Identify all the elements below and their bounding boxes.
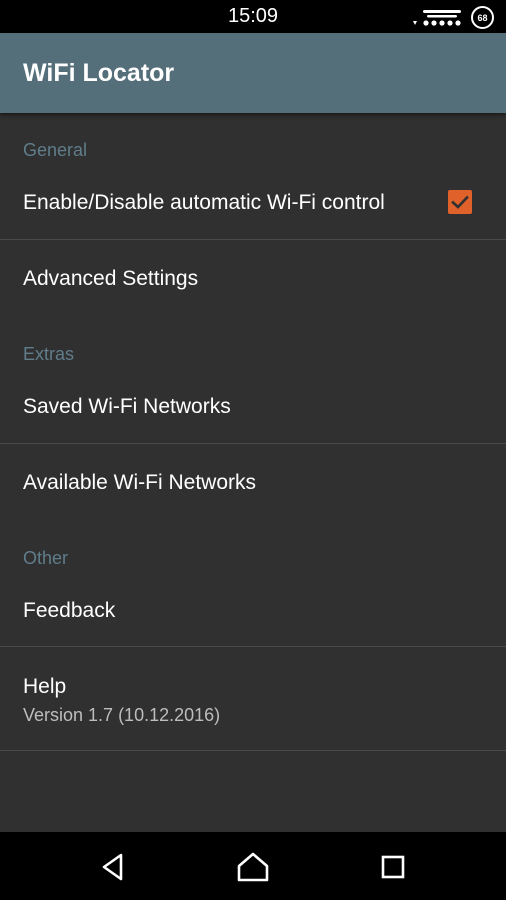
automatic-control-checkbox[interactable] [448, 190, 472, 214]
app-bar: WiFi Locator [0, 33, 506, 113]
battery-icon: 68 [471, 6, 494, 29]
divider [0, 750, 506, 751]
pref-title: Help [23, 675, 67, 698]
checkmark-icon [451, 195, 469, 209]
signal-icon [413, 10, 461, 26]
section-header-extras: Extras [23, 344, 75, 364]
pref-feedback[interactable]: Feedback [0, 581, 506, 647]
preferences-list: General Enable/Disable automatic Wi-Fi c… [0, 113, 506, 832]
section-header-other: Other [23, 548, 69, 568]
pref-advanced-settings[interactable]: Advanced Settings [0, 240, 506, 306]
section-header-general: General [23, 140, 88, 160]
back-icon[interactable] [96, 850, 130, 884]
pref-title: Saved Wi-Fi Networks [23, 395, 231, 418]
navigation-bar [0, 832, 506, 900]
home-icon[interactable] [236, 850, 270, 884]
pref-saved-networks[interactable]: Saved Wi-Fi Networks [0, 377, 506, 443]
pref-help[interactable]: Help Version 1.7 (10.12.2016) [0, 647, 506, 749]
recents-icon[interactable] [376, 850, 410, 884]
status-bar: 15:09 68 [0, 0, 506, 33]
pref-automatic-wifi-control[interactable]: Enable/Disable automatic Wi-Fi control [0, 173, 506, 239]
pref-title: Feedback [23, 599, 116, 622]
app-title: WiFi Locator [23, 59, 175, 87]
pref-title: Enable/Disable automatic Wi-Fi control [23, 191, 385, 214]
pref-title: Available Wi-Fi Networks [23, 471, 256, 494]
pref-available-networks[interactable]: Available Wi-Fi Networks [0, 444, 506, 510]
pref-title: Advanced Settings [23, 267, 199, 290]
pref-summary: Version 1.7 (10.12.2016) [23, 705, 221, 725]
battery-level: 68 [477, 12, 488, 23]
